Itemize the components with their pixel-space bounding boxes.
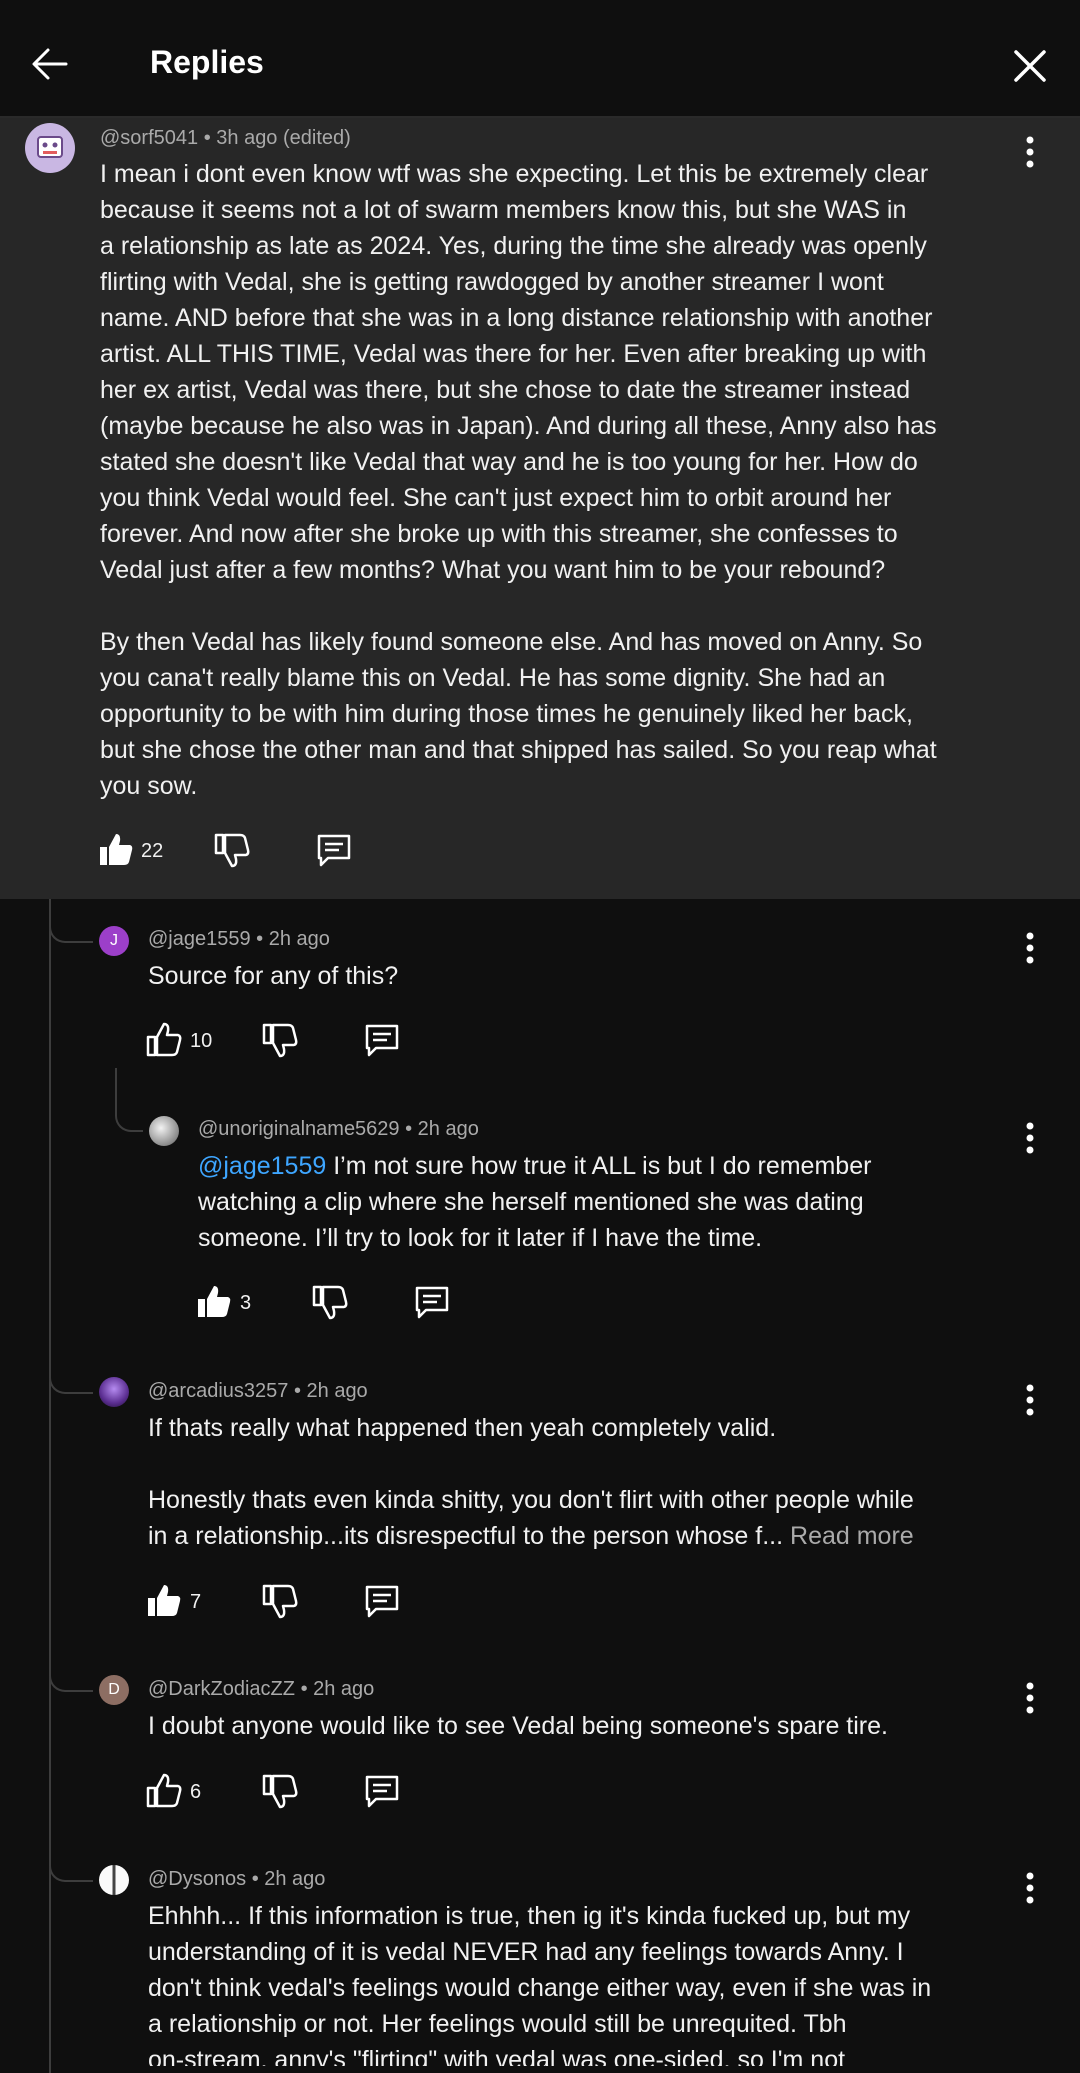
comment-meta: @arcadius3257 • 2h ago [148,1380,368,1403]
like-count: 10 [190,1030,213,1052]
avatar[interactable] [99,1377,129,1407]
avatar[interactable] [25,123,75,173]
comment-icon [365,1024,399,1057]
thread-connector [49,899,93,943]
comment-menu-button[interactable] [1018,1118,1042,1158]
comment-menu-button[interactable] [1018,928,1042,968]
thumb-down-icon [262,1584,298,1619]
back-button[interactable] [28,40,76,88]
comment-menu-button[interactable] [1018,132,1042,172]
comment-author[interactable]: @arcadius3257 [148,1380,288,1402]
like-button[interactable] [144,1581,184,1621]
reply-button[interactable] [362,1581,402,1621]
more-vert-icon [1026,1384,1034,1416]
page-title: Replies [150,44,264,80]
avatar[interactable]: D [99,1675,129,1705]
like-button[interactable] [194,1282,234,1322]
dislike-button[interactable] [260,1020,300,1060]
thumb-down-icon [312,1285,348,1320]
comment-time: • 2h ago [405,1118,479,1140]
reply-button[interactable] [362,1771,402,1811]
thread-connector [49,1650,93,1692]
comment-icon [365,1775,399,1808]
read-more-link[interactable]: Read more [790,1522,914,1550]
comment-meta: @Dysonos • 2h ago [148,1868,325,1891]
comment-text: @jage1559 I’m not sure how true it ALL i… [198,1148,1028,1256]
arrow-left-icon [32,48,68,80]
comment-meta: @unoriginalname5629 • 2h ago [198,1118,479,1141]
mention-link[interactable]: @jage1559 [198,1152,326,1180]
comment-author[interactable]: @jage1559 [148,928,251,950]
comment-icon [317,834,351,867]
comment-text: Ehhhh... If this information is true, th… [148,1902,932,2066]
comment-time: • 2h ago [251,1868,326,1890]
comment-menu-button[interactable] [1018,1678,1042,1718]
robot-avatar-icon [37,136,63,158]
comment-menu-button[interactable] [1018,1868,1042,1908]
avatar[interactable]: J [99,926,129,956]
thread-connector [49,1350,93,1394]
comment-icon [365,1585,399,1618]
thumb-up-icon [146,1022,182,1057]
like-count: 7 [190,1591,202,1613]
parent-comment: @sorf5041 • 3h ago (edited) I mean i don… [0,118,1080,899]
more-vert-icon [1026,136,1034,168]
reply-button[interactable] [362,1020,402,1060]
like-button[interactable] [96,830,136,870]
close-icon [1014,50,1046,82]
thumb-down-icon [262,1023,298,1058]
more-vert-icon [1026,1682,1034,1714]
comment-text: I mean i dont even know wtf was she expe… [100,160,937,800]
comment-icon [415,1286,449,1319]
avatar[interactable] [149,1116,179,1146]
header: Replies [0,0,1080,116]
comment-author[interactable]: @Dysonos [148,1868,246,1890]
dislike-button[interactable] [310,1282,350,1322]
comment-author[interactable]: @unoriginalname5629 [198,1118,400,1140]
like-button[interactable] [144,1020,184,1060]
comment-time: • 2h ago [300,1678,375,1700]
comment-menu-button[interactable] [1018,1380,1042,1420]
thumb-up-icon [100,834,133,865]
avatar[interactable] [99,1865,129,1895]
comment-time: • 2h ago [293,1380,368,1402]
like-button[interactable] [144,1771,184,1811]
comment-text: If thats really what happened then yeah … [148,1410,1028,1554]
thumb-down-icon [262,1774,298,1809]
more-vert-icon [1026,1872,1034,1904]
comment-text: Source for any of this? [148,962,399,990]
thread-connector [49,1840,93,1882]
comment-time: • 3h ago (edited) [203,127,351,149]
more-vert-icon [1026,932,1034,964]
thumb-up-icon [146,1773,182,1808]
comment-author[interactable]: @DarkZodiacZZ [148,1678,295,1700]
thumb-down-icon [214,833,250,868]
dislike-button[interactable] [260,1771,300,1811]
dislike-button[interactable] [260,1581,300,1621]
comment-meta: @jage1559 • 2h ago [148,928,330,951]
comment-meta: @DarkZodiacZZ • 2h ago [148,1678,374,1701]
like-count: 6 [190,1781,202,1803]
reply-button[interactable] [412,1282,452,1322]
comment-time: • 2h ago [256,928,330,950]
comment-author[interactable]: @sorf5041 [100,127,198,149]
comment-text: I doubt anyone would like to see Vedal b… [148,1712,888,1740]
comment-meta: @sorf5041 • 3h ago (edited) [100,127,351,150]
like-count: 22 [141,840,164,862]
close-button[interactable] [1008,44,1052,88]
dislike-button[interactable] [212,830,252,870]
like-count: 3 [240,1292,252,1314]
thread-connector [115,1068,143,1132]
more-vert-icon [1026,1122,1034,1154]
thumb-up-icon [198,1286,231,1317]
reply-button[interactable] [314,830,354,870]
thumb-up-icon [148,1585,181,1616]
